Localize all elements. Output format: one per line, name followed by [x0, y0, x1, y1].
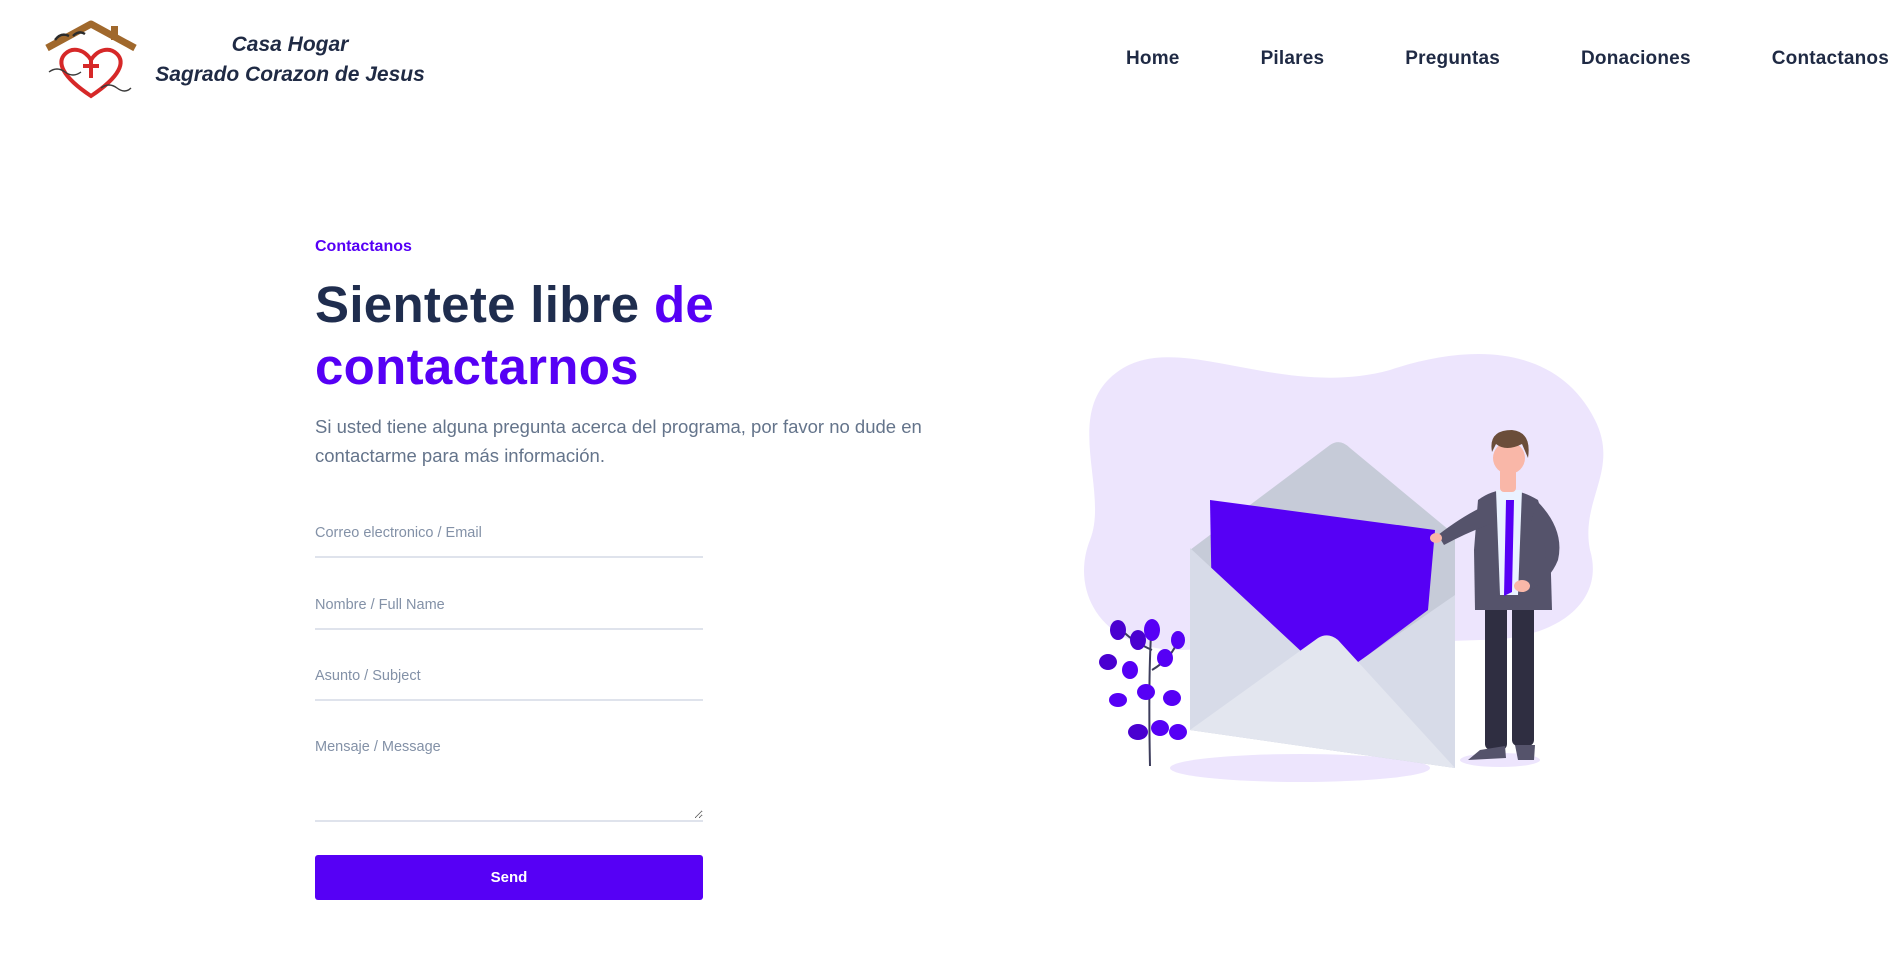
section-eyebrow: Contactanos: [315, 238, 412, 255]
message-textarea[interactable]: [315, 739, 703, 819]
email-input[interactable]: [315, 525, 703, 541]
subject-field-wrapper: [315, 667, 703, 701]
brand-line-1: Casa Hogar: [231, 33, 349, 56]
nav-item-pilares[interactable]: Pilares: [1261, 48, 1325, 70]
man-opening-envelope-illustration-icon: [1084, 354, 1604, 782]
nav-item-home[interactable]: Home: [1126, 48, 1180, 70]
full-name-input[interactable]: [315, 597, 703, 613]
nav-item-preguntas[interactable]: Preguntas: [1405, 48, 1500, 70]
brand-name[interactable]: Casa Hogar Sagrado Corazon de Jesus: [148, 30, 432, 90]
email-field-wrapper: [315, 524, 703, 558]
brand-line-2: Sagrado Corazon de Jesus: [155, 63, 425, 86]
site-header: Casa Hogar Sagrado Corazon de Jesus Home…: [0, 0, 1903, 120]
name-field-wrapper: [315, 596, 703, 630]
casa-hogar-logo-icon[interactable]: [43, 18, 139, 100]
nav-item-contactanos[interactable]: Contactanos: [1772, 48, 1889, 70]
contact-description: Si usted tiene alguna pregunta acerca de…: [315, 416, 922, 466]
contact-page: Casa Hogar Sagrado Corazon de Jesus Home…: [0, 0, 1903, 968]
send-button[interactable]: Send: [315, 855, 703, 900]
headline-text: Sientete libre: [315, 276, 654, 333]
contact-headline: Sientete libre de contactarnos: [315, 274, 835, 398]
main-nav: Home Pilares Preguntas Donaciones Contac…: [1045, 48, 1889, 70]
subject-input[interactable]: [315, 668, 703, 684]
plant-icon: [1099, 619, 1187, 767]
message-field-wrapper: [315, 739, 703, 822]
nav-item-donaciones[interactable]: Donaciones: [1581, 48, 1691, 70]
